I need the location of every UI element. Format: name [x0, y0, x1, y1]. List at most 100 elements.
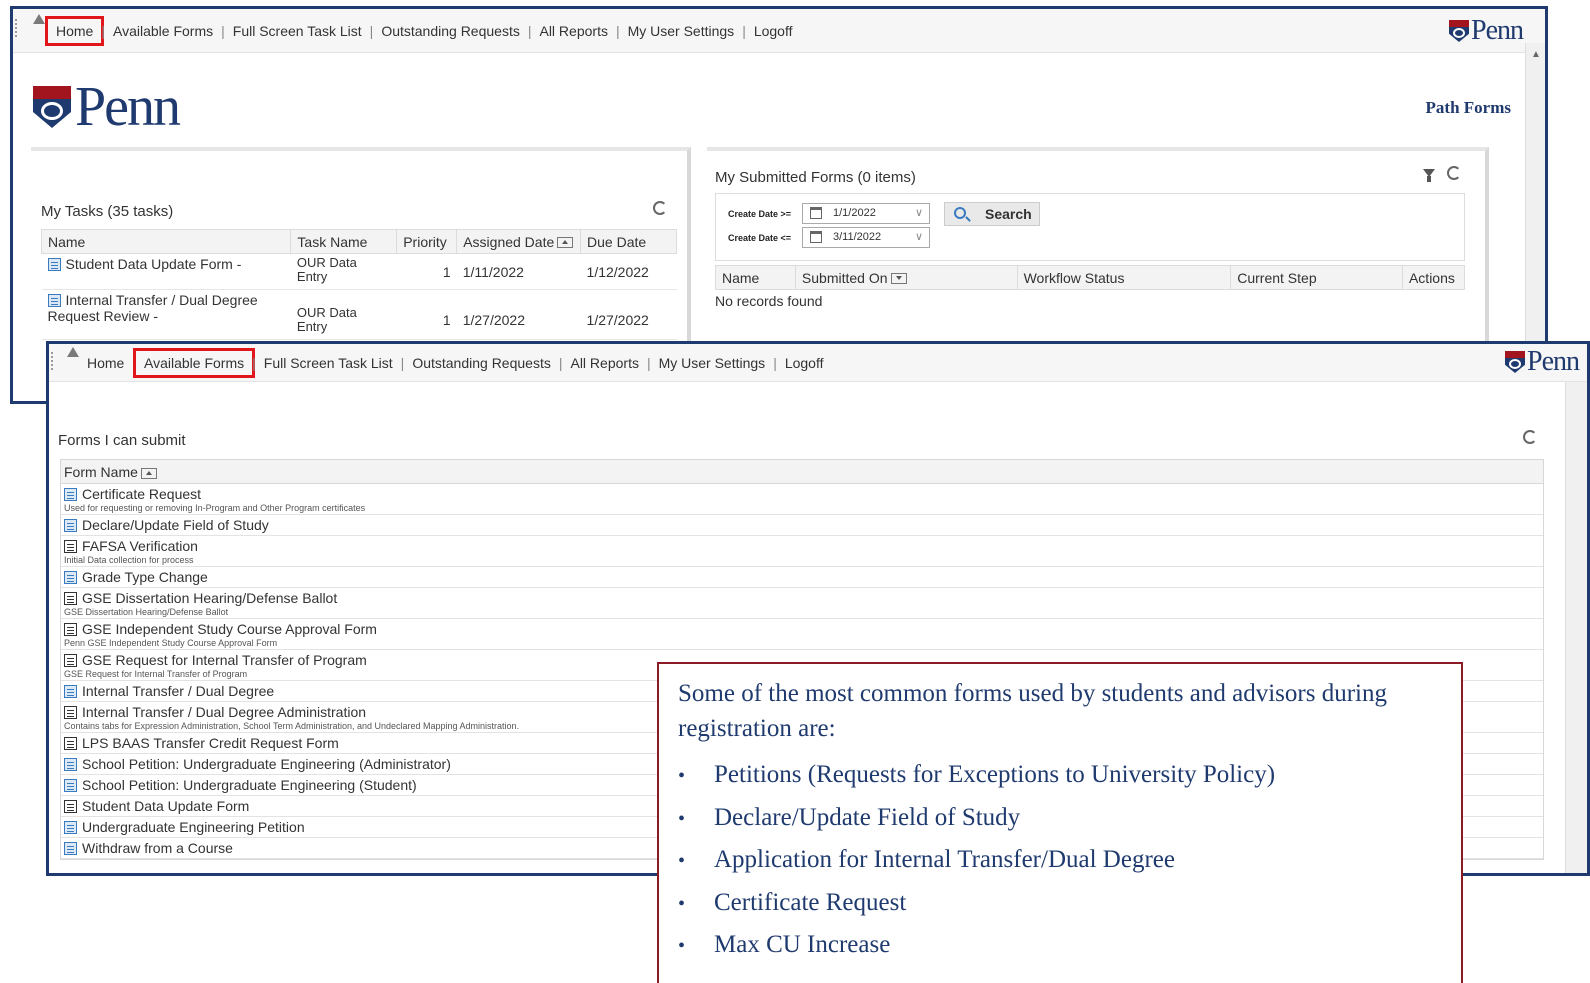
list-item-text: Declare/Update Field of Study	[714, 803, 1021, 831]
nav-all-reports[interactable]: All Reports	[562, 351, 646, 375]
col-name[interactable]: Name	[40, 229, 292, 254]
form-icon	[64, 758, 77, 771]
sort-asc-icon[interactable]	[140, 467, 157, 479]
logo-text: Penn	[1527, 346, 1580, 377]
nav-my-user-settings[interactable]: My User Settings	[651, 351, 774, 375]
col-due-date[interactable]: Due Date	[580, 229, 677, 254]
nav-logoff[interactable]: Logoff	[777, 351, 832, 375]
col-submitted-on[interactable]: Submitted On	[794, 265, 1018, 290]
form-name-link[interactable]: Certificate Request	[82, 486, 201, 502]
nav-outstanding-requests[interactable]: Outstanding Requests	[404, 351, 559, 375]
form-name-link[interactable]: Undergraduate Engineering Petition	[82, 819, 305, 835]
nav-home[interactable]: Home	[44, 16, 105, 46]
nav-logoff[interactable]: Logoff	[746, 19, 801, 43]
col-actions[interactable]: Actions	[1401, 265, 1466, 290]
form-name-link[interactable]: GSE Request for Internal Transfer of Pro…	[82, 652, 367, 668]
collapse-icon[interactable]	[33, 14, 45, 24]
form-description: GSE Dissertation Hearing/Defense Ballot	[64, 607, 229, 617]
calendar-icon[interactable]	[810, 207, 822, 219]
table-row[interactable]: Declare/Update Field of Study	[61, 515, 1543, 536]
bullet: •	[678, 892, 686, 915]
penn-shield-icon	[33, 86, 71, 128]
refresh-icon[interactable]	[1523, 430, 1537, 444]
penn-logo-small: Penn	[1505, 346, 1580, 378]
form-name-link[interactable]: GSE Dissertation Hearing/Defense Ballot	[82, 590, 337, 606]
nav-handle-icon[interactable]	[51, 352, 58, 370]
chevron-down-icon[interactable]: ∨	[915, 230, 923, 243]
penn-logo-small: Penn	[1449, 15, 1524, 47]
list-item-text: Certificate Request	[714, 888, 907, 916]
table-row[interactable]: FAFSA Verification Initial Data collectio…	[61, 536, 1543, 567]
col-workflow-status[interactable]: Workflow Status	[1016, 265, 1232, 290]
list-item: • Max CU Increase	[678, 931, 1275, 974]
form-name-link[interactable]: FAFSA Verification	[82, 538, 198, 554]
create-date-from-input[interactable]: 1/1/2022 ∨	[802, 203, 930, 224]
nav-handle-icon[interactable]	[15, 19, 22, 37]
date-filter: Create Date >= 1/1/2022 ∨ Create Date <=…	[715, 193, 1465, 261]
form-name-link[interactable]: School Petition: Undergraduate Engineeri…	[82, 777, 417, 793]
form-name-link[interactable]: Student Data Update Form	[82, 798, 249, 814]
refresh-icon[interactable]	[1447, 166, 1461, 180]
empty-message: No records found	[715, 293, 823, 309]
form-icon	[64, 842, 77, 855]
table-row[interactable]: Student Data Update Form - OUR Data Entr…	[41, 253, 677, 290]
nav-all-reports[interactable]: All Reports	[531, 19, 615, 43]
form-name-link[interactable]: Grade Type Change	[82, 569, 208, 585]
create-date-to-input[interactable]: 3/11/2022 ∨	[802, 227, 930, 248]
form-name-link[interactable]: Withdraw from a Course	[82, 840, 233, 856]
form-dark-icon	[64, 706, 77, 719]
table-row[interactable]: Internal Transfer / Dual Degree Request …	[41, 289, 677, 340]
form-name-link[interactable]: LPS BAAS Transfer Credit Request Form	[82, 735, 339, 751]
col-form-name[interactable]: Form Name	[61, 460, 1543, 484]
nav-outstanding-requests[interactable]: Outstanding Requests	[373, 19, 528, 43]
form-dark-icon	[64, 540, 77, 553]
form-name-link[interactable]: GSE Independent Study Course Approval Fo…	[82, 621, 377, 637]
nav-full-screen-task-list[interactable]: Full Screen Task List	[225, 19, 370, 43]
tasks-table: Name Task Name Priority Assigned Date Du…	[40, 229, 677, 340]
nav-my-user-settings[interactable]: My User Settings	[620, 19, 743, 43]
my-tasks-title: My Tasks (35 tasks)	[41, 203, 174, 220]
table-row[interactable]: Certificate Request Used for requesting o…	[61, 484, 1543, 515]
col-priority[interactable]: Priority	[396, 229, 458, 254]
nav-available-forms[interactable]: Available Forms	[105, 19, 221, 43]
form-icon	[64, 685, 77, 698]
form-name-link[interactable]: Internal Transfer / Dual Degree	[82, 683, 274, 699]
task-form-name[interactable]: Internal Transfer / Dual Degree Request …	[48, 292, 258, 324]
chevron-down-icon[interactable]: ∨	[915, 206, 923, 219]
table-row[interactable]: Grade Type Change	[61, 567, 1543, 588]
nav-full-screen-task-list[interactable]: Full Screen Task List	[256, 351, 401, 375]
scroll-up-icon[interactable]: ▲	[1531, 49, 1541, 60]
task-name-cell[interactable]: Student Data Update Form -	[41, 253, 291, 290]
col-current-step[interactable]: Current Step	[1230, 265, 1403, 290]
sort-desc-icon[interactable]	[890, 273, 907, 285]
priority-cell: 1	[396, 289, 457, 340]
app-name: Path Forms	[1425, 98, 1511, 117]
refresh-icon[interactable]	[653, 201, 667, 215]
priority-cell: 1	[396, 253, 457, 290]
penn-logo-large: Penn	[33, 75, 181, 139]
col-name[interactable]: Name	[715, 265, 796, 290]
search-button[interactable]: Search	[944, 202, 1040, 226]
table-row[interactable]: GSE Independent Study Course Approval Fo…	[61, 619, 1543, 650]
form-icon	[64, 519, 77, 532]
form-icon	[64, 821, 77, 834]
bullet: •	[678, 935, 686, 957]
table-row[interactable]: GSE Dissertation Hearing/Defense Ballot G…	[61, 588, 1543, 619]
task-form-name[interactable]: Student Data Update Form -	[66, 256, 242, 272]
col-assigned-date[interactable]: Assigned Date	[456, 229, 582, 254]
form-name-link[interactable]: Internal Transfer / Dual Degree Administ…	[82, 704, 366, 720]
search-icon	[954, 207, 966, 219]
form-name-link[interactable]: School Petition: Undergraduate Engineeri…	[82, 756, 451, 772]
calendar-icon[interactable]	[810, 231, 822, 243]
collapse-icon[interactable]	[67, 347, 79, 357]
col-task-name[interactable]: Task Name	[290, 229, 398, 254]
form-name-link[interactable]: Declare/Update Field of Study	[82, 517, 269, 533]
callout-intro: Some of the most common forms used by st…	[678, 680, 1387, 742]
page-scrollbar[interactable]	[1565, 382, 1587, 873]
filter-icon[interactable]	[1423, 169, 1435, 182]
sort-asc-icon[interactable]	[557, 237, 574, 249]
col-label: Submitted On	[801, 269, 888, 286]
task-name-cell[interactable]: Internal Transfer / Dual Degree Request …	[41, 289, 291, 340]
nav-home[interactable]: Home	[79, 351, 132, 375]
nav-available-forms[interactable]: Available Forms	[132, 348, 256, 378]
